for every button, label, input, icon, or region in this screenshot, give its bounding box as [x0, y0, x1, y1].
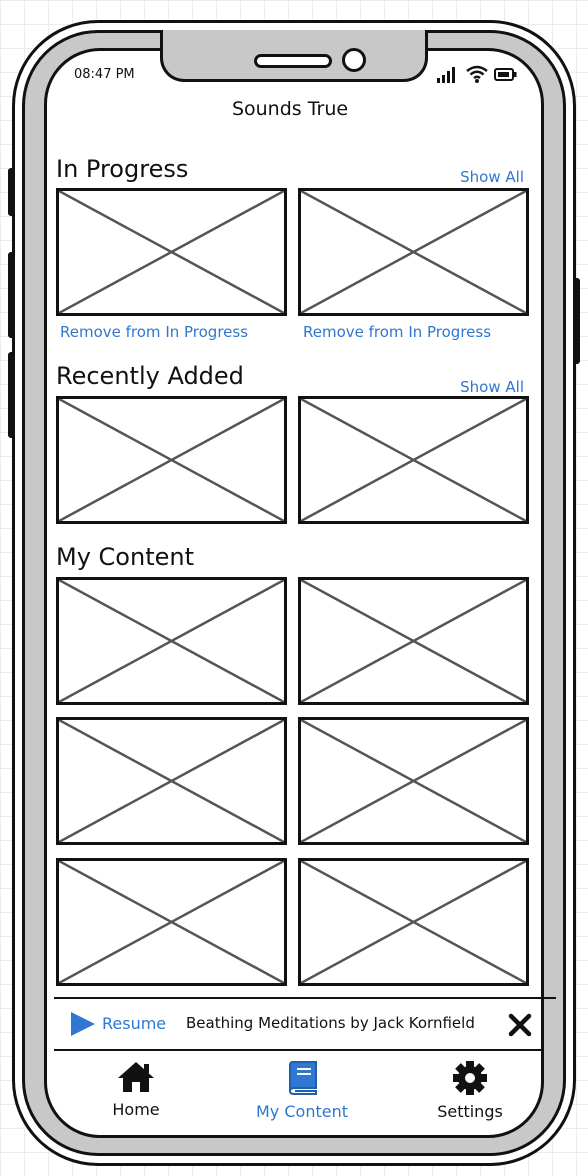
wifi-icon — [466, 65, 488, 83]
front-camera — [342, 48, 366, 72]
side-button-volume-down — [8, 352, 15, 438]
recently-added-item[interactable] — [298, 396, 529, 524]
my-content-item[interactable] — [56, 717, 287, 845]
image-placeholder — [301, 399, 526, 521]
image-placeholder — [301, 191, 526, 313]
side-button-mute — [8, 168, 15, 216]
my-content-item[interactable] — [56, 858, 287, 986]
image-placeholder — [59, 399, 284, 521]
tab-settings[interactable]: Settings — [400, 1060, 540, 1121]
app-title: Sounds True — [231, 98, 349, 120]
remove-from-in-progress-link[interactable]: Remove from In Progress — [60, 323, 248, 341]
image-placeholder — [59, 580, 284, 702]
tab-my-content[interactable]: My Content — [232, 1060, 372, 1121]
resume-button[interactable]: Resume — [102, 1014, 166, 1033]
section-title-recently-added: Recently Added — [56, 362, 244, 390]
signal-icon — [437, 67, 455, 83]
show-all-recently-added-link[interactable]: Show All — [460, 378, 524, 396]
side-button-volume-up — [8, 252, 15, 338]
tab-label-home: Home — [112, 1100, 160, 1119]
my-content-item[interactable] — [298, 858, 529, 986]
battery-icon — [494, 68, 517, 81]
side-button-power — [573, 278, 580, 364]
now-playing-title: Beathing Meditations by Jack Kornfield — [186, 1014, 475, 1032]
my-content-item[interactable] — [56, 577, 287, 705]
player-bar-top-border — [54, 997, 556, 999]
recently-added-item[interactable] — [56, 396, 287, 524]
home-icon — [118, 1062, 154, 1092]
my-content-item[interactable] — [298, 717, 529, 845]
image-placeholder — [59, 861, 284, 983]
my-content-item[interactable] — [298, 577, 529, 705]
speaker-grille — [254, 54, 332, 68]
section-title-my-content: My Content — [56, 543, 194, 571]
remove-from-in-progress-link[interactable]: Remove from In Progress — [303, 323, 491, 341]
image-placeholder — [59, 720, 284, 842]
book-icon — [288, 1061, 317, 1095]
close-icon[interactable] — [508, 1013, 532, 1037]
tab-home[interactable]: Home — [66, 1060, 206, 1119]
gear-icon — [453, 1061, 487, 1095]
in-progress-item[interactable] — [56, 188, 287, 316]
in-progress-item[interactable] — [298, 188, 529, 316]
image-placeholder — [59, 191, 284, 313]
image-placeholder — [301, 720, 526, 842]
tab-label-settings: Settings — [437, 1102, 503, 1121]
player-bar-bottom-border — [54, 1049, 542, 1051]
show-all-in-progress-link[interactable]: Show All — [460, 168, 524, 186]
image-placeholder — [301, 580, 526, 702]
image-placeholder — [301, 861, 526, 983]
play-icon[interactable] — [70, 1011, 96, 1037]
status-time: 08:47 PM — [74, 67, 135, 82]
tab-label-my-content: My Content — [256, 1102, 348, 1121]
section-title-in-progress: In Progress — [56, 155, 189, 183]
